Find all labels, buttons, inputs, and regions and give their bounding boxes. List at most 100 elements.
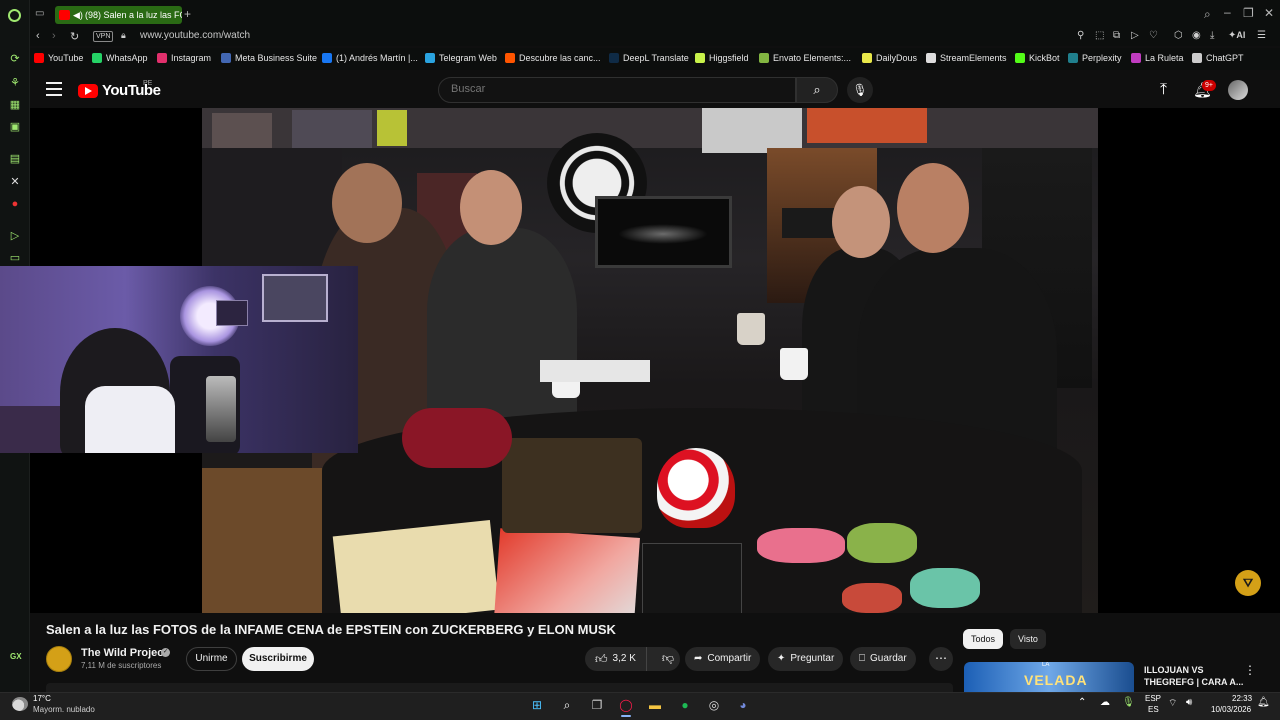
pin-icon[interactable]: ⚲ [1077,30,1084,41]
search-taskbar-icon[interactable]: ⌕ [558,696,576,714]
obs-icon[interactable]: ◎ [705,696,723,714]
close-window-button[interactable]: ✕ [1264,6,1274,20]
network-tray-icon[interactable]: ☁ [1100,697,1110,708]
forward-button[interactable]: › [52,30,56,42]
chevron-up-icon[interactable]: ⌃ [1078,697,1086,708]
weather-temp[interactable]: 17°C [33,694,51,703]
search-input[interactable] [451,83,781,95]
save-button[interactable]: ⎕ Guardar [850,647,916,671]
new-tab-button[interactable]: + [184,7,191,21]
bookmark-item[interactable]: La Ruleta [1131,53,1184,63]
tab-active[interactable]: ◀) (98) Salen a la luz las FOTOS de la I… [55,6,182,24]
bookmark-item[interactable]: DeepL Translate [609,53,689,63]
bookmark-item[interactable]: YouTube [34,53,83,63]
bookmark-item[interactable]: Meta Business Suite [221,53,317,63]
ask-button[interactable]: ✦ Preguntar [768,647,844,671]
play-icon[interactable]: ▷ [1131,30,1139,41]
recommendation-thumbnail[interactable]: LA VELADA [964,662,1134,692]
bookmark-item[interactable]: KickBot [1015,53,1060,63]
bookmark-item[interactable]: Instagram [157,53,211,63]
maximize-button[interactable]: ❐ [1243,6,1254,20]
heart-icon[interactable]: ♡ [1149,30,1158,41]
gx-store-icon[interactable]: ⚘ [8,76,22,90]
channel-watermark-icon[interactable]: ⛛ [1235,570,1261,596]
mic-tray-icon[interactable]: 🎙︎ [1122,697,1135,708]
bookmark-label: La Ruleta [1145,53,1184,63]
bookmark-item[interactable]: Perplexity [1068,53,1122,63]
back-button[interactable]: ‹ [36,30,40,42]
easy-setup-icon[interactable]: ☰ [1257,30,1266,41]
like-button[interactable]: 👍︎ 3,2 K [585,647,647,671]
profile-icon[interactable]: ◉ [1192,30,1201,41]
bookmark-item[interactable]: Telegram Web [425,53,497,63]
minimize-button[interactable]: – [1224,5,1231,19]
microphone-icon[interactable]: 🎙︎ [847,77,873,103]
tab-menu-icon[interactable]: ▭ [35,8,44,19]
dislike-button[interactable]: 👎︎ [652,646,684,672]
description-box-top[interactable] [46,683,953,692]
search-icon[interactable]: ⌕ [796,77,838,103]
bookmark-item[interactable]: (1) Andrés Martín |... [322,53,418,63]
bookmark-item[interactable]: DailyDous [862,53,917,63]
volume-icon[interactable]: 🔊︎ [1186,697,1192,708]
reload-button[interactable]: ↻ [70,30,79,43]
keyboard-layout[interactable]: ES [1148,705,1159,714]
aria-ai-icon[interactable]: ✦AI [1228,30,1245,41]
channel-name[interactable]: The Wild Project [81,647,167,659]
messenger-icon[interactable]: ▣ [8,120,22,134]
url-field[interactable]: www.youtube.com/watch [140,30,250,41]
chip-all[interactable]: Todos [963,629,1004,649]
file-explorer-icon[interactable]: ▬ [646,696,664,714]
spotify-icon[interactable]: ● [676,696,694,714]
recommendation-more-icon[interactable]: ⋮ [1244,663,1256,677]
search-tabs-icon[interactable]: ⌕ [1204,7,1211,22]
clock-time[interactable]: 22:33 [1232,694,1252,703]
extensions-icon[interactable]: ⬡ [1174,30,1183,41]
channel-avatar[interactable] [46,646,72,672]
speaker-icon[interactable]: ◀) [73,6,83,24]
join-button[interactable]: Unirme [186,647,237,671]
screenshot-icon[interactable]: ⬚ [1095,30,1104,41]
subscribe-button[interactable]: Suscribirme [242,647,314,671]
more-actions-icon[interactable]: ⋯ [929,647,953,671]
bookmark-favicon-icon [1192,53,1202,63]
bookmark-item[interactable]: Descubre las canc... [505,53,601,63]
opera-gx-taskbar-icon[interactable]: ◯ [617,696,635,714]
wifi-icon[interactable]: ⌔ [1168,697,1177,710]
gx-corner-icon[interactable]: ▦ [8,98,22,112]
pinboard-icon[interactable]: ▭ [8,251,22,265]
discord-icon[interactable]: ◕ [734,696,752,714]
notification-bell-icon[interactable]: 🔔︎ [1257,697,1270,708]
gx-control-icon[interactable]: ⟳ [8,52,22,66]
chip-watched[interactable]: Visto [1010,629,1046,649]
upload-icon[interactable]: ⤒ [1160,81,1167,99]
recommendation-title[interactable]: ILLOJUAN VS THEGREFG | CARA A... [1144,664,1244,688]
opera-gx-logo-icon[interactable] [8,9,21,22]
picture-in-picture-icon[interactable]: ⧉ [1113,30,1120,41]
clock-date[interactable]: 10/03/2026 [1211,705,1251,714]
weather-desc[interactable]: Mayorm. nublado [33,705,95,714]
bookmark-favicon-icon [1068,53,1078,63]
cloud-icon[interactable] [12,697,28,711]
bookmark-item[interactable]: WhatsApp [92,53,148,63]
account-avatar[interactable] [1228,80,1248,100]
hamburger-menu-icon[interactable] [46,82,62,96]
lock-icon[interactable]: 🔒︎ [121,30,126,41]
bookmark-favicon-icon [34,53,44,63]
player-icon[interactable]: ▷ [8,229,22,243]
share-button[interactable]: ➦ Compartir [685,647,761,671]
task-view-icon[interactable]: ❐ [588,696,606,714]
vpn-badge[interactable]: VPN [93,31,114,42]
x-twitter-icon[interactable]: ✕ [8,175,22,189]
twitch-icon[interactable]: ▤ [8,152,22,166]
language-indicator[interactable]: ESP [1145,694,1161,703]
windows-start-icon[interactable]: ⊞ [528,696,546,714]
music-player-icon[interactable]: ● [8,197,22,211]
bookmark-label: StreamElements [940,53,1007,63]
bookmark-item[interactable]: StreamElements [926,53,1007,63]
bookmark-item[interactable]: Envato Elements:... [759,53,851,63]
search-box[interactable] [438,77,796,103]
download-icon[interactable]: ⤓ [1210,30,1214,41]
bookmark-item[interactable]: Higgsfield [695,53,749,63]
bookmark-item[interactable]: ChatGPT [1192,53,1244,63]
